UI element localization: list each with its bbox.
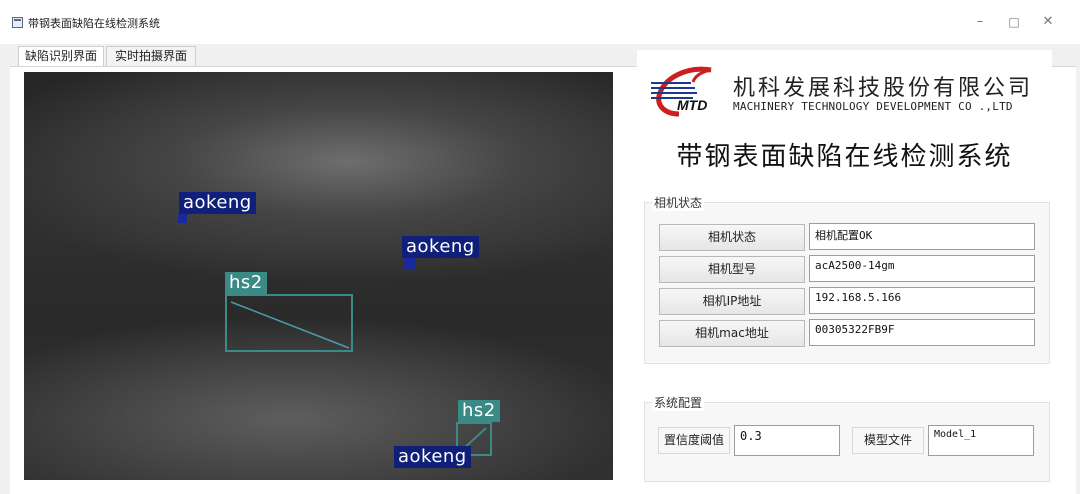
minimize-button[interactable]: – <box>970 12 990 32</box>
camera-status-group-title: 相机状态 <box>652 194 705 211</box>
system-config-group-title: 系统配置 <box>652 394 705 411</box>
model-file-field[interactable]: Model_1 <box>928 425 1034 456</box>
detection-label-aokeng: aokeng <box>179 192 256 214</box>
maximize-button[interactable]: □ <box>1004 12 1024 32</box>
company-name-en: MACHINERY TECHNOLOGY DEVELOPMENT CO .,LT… <box>733 100 1013 113</box>
tab-defect-recognition[interactable]: 缺陷识别界面 <box>18 46 104 67</box>
detection-box-hs2 <box>225 294 353 352</box>
window-title: 带钢表面缺陷在线检测系统 <box>28 17 160 30</box>
title-bar: 带钢表面缺陷在线检测系统 – □ ✕ <box>0 0 1080 44</box>
confidence-threshold-button[interactable]: 置信度阈值 <box>658 427 730 454</box>
tab-live-capture[interactable]: 实时拍摄界面 <box>106 46 196 66</box>
camera-status-field[interactable]: 相机配置OK <box>809 223 1035 250</box>
system-title: 带钢表面缺陷在线检测系统 <box>676 142 1013 172</box>
company-logo-banner: MTD 机科发展科技股份有限公司 MACHINERY TECHNOLOGY DE… <box>645 56 1050 122</box>
detection-label-hs2: hs2 <box>458 400 500 422</box>
camera-ip-button[interactable]: 相机IP地址 <box>659 288 805 315</box>
confidence-threshold-field[interactable]: 0.3 <box>734 425 840 456</box>
camera-model-field[interactable]: acA2500-14gm <box>809 255 1035 282</box>
detection-marker <box>404 258 416 270</box>
camera-mac-button[interactable]: 相机mac地址 <box>659 320 805 347</box>
defect-image-view: aokeng aokeng hs2 hs2 aokeng <box>24 72 613 480</box>
camera-status-button[interactable]: 相机状态 <box>659 224 805 251</box>
close-button[interactable]: ✕ <box>1038 12 1058 32</box>
detection-marker <box>178 214 187 223</box>
app-window-icon <box>12 17 23 28</box>
mtd-logo-icon: MTD <box>651 66 712 117</box>
logo-mark-text: MTD <box>677 97 707 113</box>
company-name-cn: 机科发展科技股份有限公司 <box>733 76 1034 101</box>
camera-mac-field[interactable]: 00305322FB9F <box>809 319 1035 346</box>
model-file-button[interactable]: 模型文件 <box>852 427 924 454</box>
detection-label-hs2: hs2 <box>225 272 267 294</box>
detection-label-aokeng: aokeng <box>394 446 471 468</box>
camera-model-button[interactable]: 相机型号 <box>659 256 805 283</box>
scratch-defect <box>230 301 350 349</box>
main-window: 带钢表面缺陷在线检测系统 – □ ✕ 缺陷识别界面 实时拍摄界面 aokeng … <box>0 0 1080 494</box>
detection-label-aokeng: aokeng <box>402 236 479 258</box>
camera-ip-field[interactable]: 192.168.5.166 <box>809 287 1035 314</box>
